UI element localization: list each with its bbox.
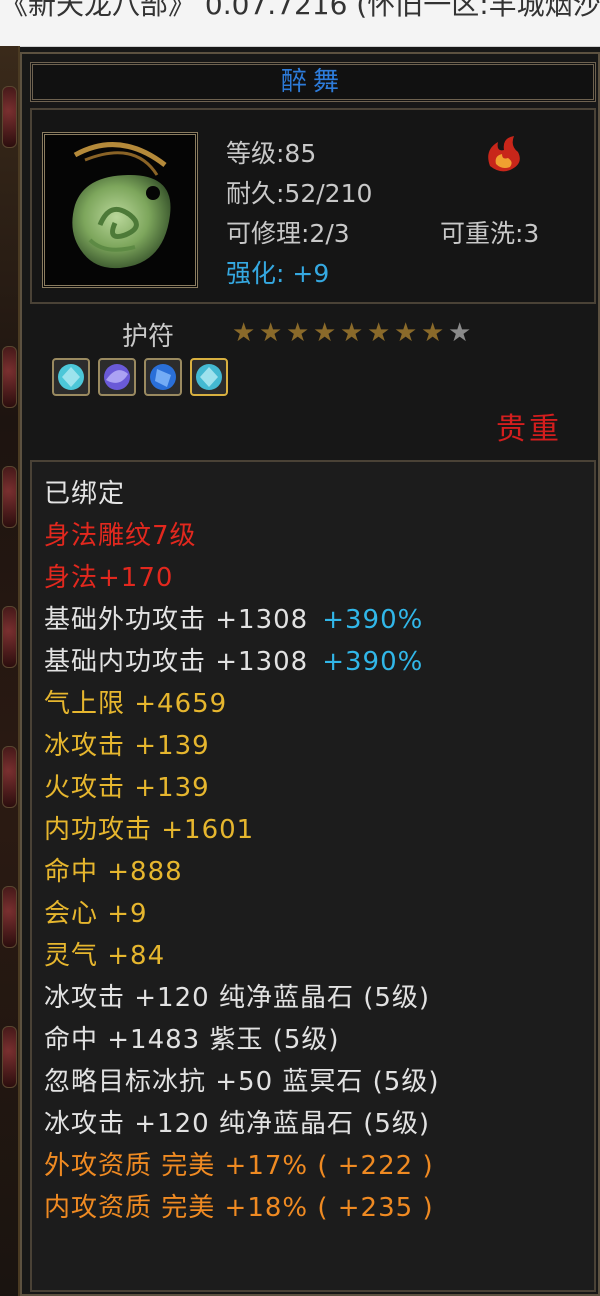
item-type: 护符: [122, 322, 175, 352]
attribute-line: 内攻资质 完美 +18% ( +235 ): [44, 1193, 434, 1223]
attribute-line: 内功攻击 +1601: [44, 815, 255, 845]
sidebar-orb: [2, 466, 17, 528]
attribute-line: 命中 +1483 紫玉 (5级): [44, 1025, 340, 1055]
item-enhance: 强化: +9: [226, 254, 329, 290]
flame-emblem-icon: [480, 130, 526, 176]
character-portrait-edge: [2, 86, 17, 148]
star-filled-icon: ★: [286, 318, 310, 348]
item-rewash-count: 可重洗:3: [440, 219, 540, 248]
attribute-line: 灵气 +84: [44, 941, 166, 971]
attribute-line: 火攻击 +139: [44, 773, 210, 803]
jade-pendant-icon: [45, 135, 195, 285]
star-filled-icon: ★: [340, 318, 364, 348]
enhance-value: +9: [292, 259, 330, 288]
attribute-main: 基础内功攻击 +1308: [44, 647, 309, 677]
sidebar-orb: [2, 886, 17, 948]
star-rating: ★ ★ ★ ★ ★ ★ ★ ★ ★: [232, 320, 475, 346]
attribute-line: 冰攻击 +139: [44, 731, 210, 761]
star-filled-icon: ★: [421, 318, 445, 348]
attributes-panel: 已绑定 身法雕纹7级 身法+170 基础外功攻击 +1308 +390% 基础内功…: [30, 460, 596, 1292]
sidebar-orb: [2, 606, 17, 668]
star-filled-icon: ★: [259, 318, 283, 348]
attribute-line: 忽略目标冰抗 +50 蓝冥石 (5级): [44, 1067, 440, 1097]
game-screen: 《新天龙八部》 0.07.7216 (怀旧一区:羊城烟沙) 醉舞 等级:85 耐…: [0, 0, 600, 1296]
window-title-bar: 《新天龙八部》 0.07.7216 (怀旧一区:羊城烟沙): [0, 0, 600, 47]
attribute-line: 基础外功攻击 +1308 +390%: [44, 604, 423, 636]
star-filled-icon: ★: [394, 318, 418, 348]
game-sidebar-background: [0, 46, 20, 1296]
attribute-line: 基础内功攻击 +1308 +390%: [44, 646, 423, 678]
star-filled-icon: ★: [232, 318, 256, 348]
item-tooltip: 醉舞 等级:85 耐久:52/210 可修理:2/3 可重洗:3 强化: +9 …: [20, 52, 600, 1296]
star-filled-icon: ★: [367, 318, 391, 348]
enhance-label: 强化:: [226, 259, 285, 288]
window-title: 《新天龙八部》 0.07.7216 (怀旧一区:羊城烟沙): [0, 0, 600, 21]
attribute-line: 外攻资质 完美 +17% ( +222 ): [44, 1151, 434, 1181]
attribute-line: 身法+170: [44, 563, 174, 593]
item-level: 等级:85: [226, 139, 317, 168]
sidebar-orb: [2, 746, 17, 808]
sidebar-orb: [2, 346, 17, 408]
item-repair-count: 可修理:2/3: [226, 219, 350, 248]
star-filled-icon: ★: [313, 318, 337, 348]
item-header: 等级:85 耐久:52/210 可修理:2/3 可重洗:3 强化: +9: [30, 108, 596, 304]
sidebar-orb: [2, 1026, 17, 1088]
blue-gem-icon: [144, 358, 182, 396]
item-name: 醉舞: [30, 62, 596, 102]
cyan-gem-icon: [52, 358, 90, 396]
attribute-line: 冰攻击 +120 纯净蓝晶石 (5级): [44, 1109, 431, 1139]
attribute-line: 会心 +9: [44, 899, 148, 929]
purple-gem-icon: [98, 358, 136, 396]
attribute-line: 冰攻击 +120 纯净蓝晶石 (5级): [44, 983, 431, 1013]
attribute-line: 气上限 +4659: [44, 689, 228, 719]
item-durability: 耐久:52/210: [226, 179, 373, 208]
cyan-gem-icon: [190, 358, 228, 396]
item-rarity: 贵重: [496, 412, 562, 447]
star-empty-icon: ★: [448, 318, 472, 348]
attribute-line: 命中 +888: [44, 857, 183, 887]
item-type-row: 护符 ★ ★ ★ ★ ★ ★ ★ ★ ★ 贵重: [22, 312, 598, 452]
attribute-bonus: +390%: [322, 647, 424, 677]
attribute-bonus: +390%: [322, 605, 424, 635]
attribute-main: 基础外功攻击 +1308: [44, 605, 309, 635]
item-icon-frame: [42, 132, 198, 288]
attribute-line: 已绑定: [44, 479, 126, 509]
attribute-line: 身法雕纹7级: [44, 521, 197, 551]
